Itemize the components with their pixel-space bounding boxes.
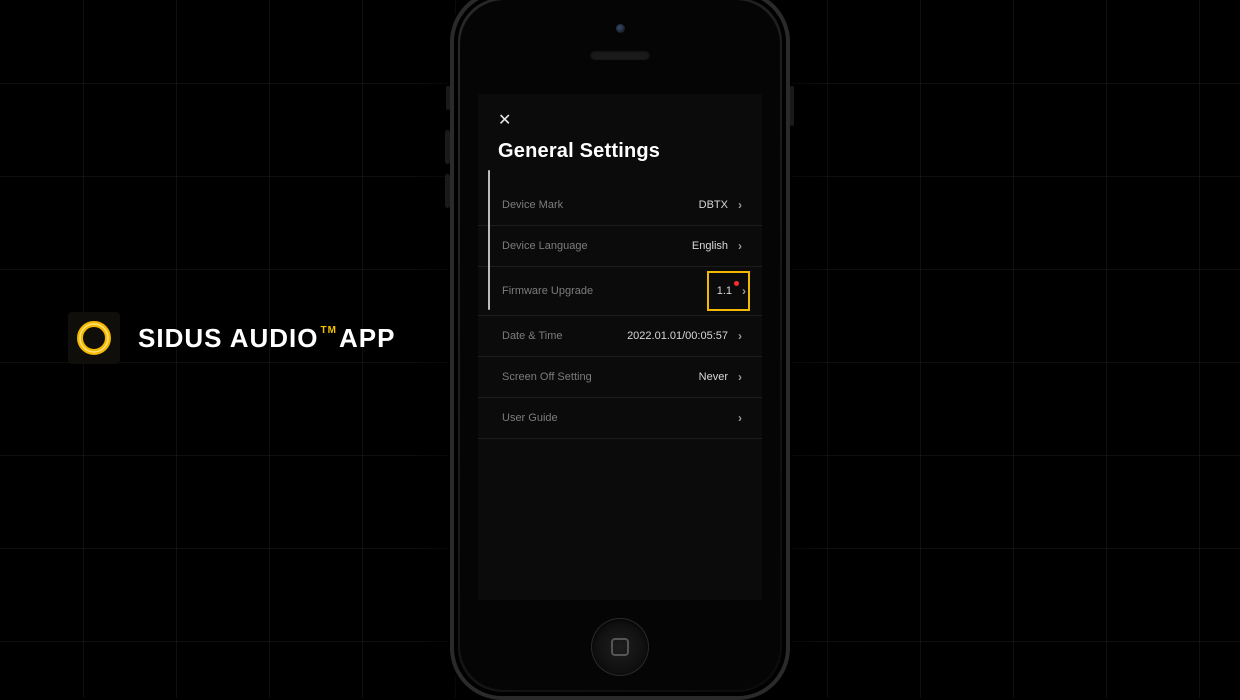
row-date-time[interactable]: Date & Time 2022.01.01/00:05:57 › <box>478 316 762 357</box>
brand-block: SIDUS AUDIO TM APP <box>68 312 395 364</box>
firmware-highlight: 1.1 › <box>707 271 750 311</box>
brand-name-2: APP <box>339 323 395 354</box>
firmware-version: 1.1 <box>717 285 732 297</box>
chevron-right-icon: › <box>742 284 746 298</box>
phone-mockup: ✕ General Settings Device Mark DBTX › De… <box>450 0 790 700</box>
brand-text: SIDUS AUDIO TM APP <box>138 323 395 354</box>
row-label: Date & Time <box>502 330 563 342</box>
phone-front-camera <box>616 24 625 33</box>
phone-top-bezel <box>460 0 780 90</box>
scroll-indicator <box>488 170 490 310</box>
row-label: Device Mark <box>502 199 563 211</box>
brand-tm: TM <box>321 325 337 336</box>
row-value: English <box>692 240 728 252</box>
phone-home-button[interactable] <box>591 618 649 676</box>
row-firmware-upgrade[interactable]: Firmware Upgrade 1.1 › <box>478 267 762 316</box>
settings-list: Device Mark DBTX › Device Language Engli… <box>478 185 762 439</box>
row-value: 2022.01.01/00:05:57 <box>627 330 728 342</box>
phone-volume-up <box>445 130 450 164</box>
screen-header: ✕ General Settings <box>478 94 762 169</box>
chevron-right-icon: › <box>738 239 742 253</box>
page-title: General Settings <box>498 140 742 163</box>
row-value: DBTX <box>699 199 728 211</box>
home-square-icon <box>611 638 629 656</box>
row-label: Firmware Upgrade <box>502 285 593 297</box>
row-device-language[interactable]: Device Language English › <box>478 226 762 267</box>
row-value: Never <box>699 371 728 383</box>
chevron-right-icon: › <box>738 411 742 425</box>
phone-screen: ✕ General Settings Device Mark DBTX › De… <box>478 94 762 600</box>
row-device-mark[interactable]: Device Mark DBTX › <box>478 185 762 226</box>
chevron-right-icon: › <box>738 329 742 343</box>
row-screen-off[interactable]: Screen Off Setting Never › <box>478 357 762 398</box>
chevron-right-icon: › <box>738 198 742 212</box>
phone-mute-switch <box>446 86 450 110</box>
brand-name-1: SIDUS AUDIO <box>138 323 319 354</box>
phone-power-button <box>790 86 794 126</box>
row-value: 1.1 <box>717 285 732 297</box>
brand-ring-icon <box>75 319 113 357</box>
row-label: Device Language <box>502 240 588 252</box>
chevron-right-icon: › <box>738 370 742 384</box>
brand-app-icon <box>68 312 120 364</box>
row-user-guide[interactable]: User Guide › <box>478 398 762 439</box>
phone-volume-down <box>445 174 450 208</box>
phone-body: ✕ General Settings Device Mark DBTX › De… <box>460 0 780 690</box>
notification-dot-icon <box>734 281 739 286</box>
phone-earpiece <box>590 50 650 60</box>
row-label: User Guide <box>502 412 558 424</box>
row-label: Screen Off Setting <box>502 371 592 383</box>
close-icon[interactable]: ✕ <box>498 113 511 129</box>
